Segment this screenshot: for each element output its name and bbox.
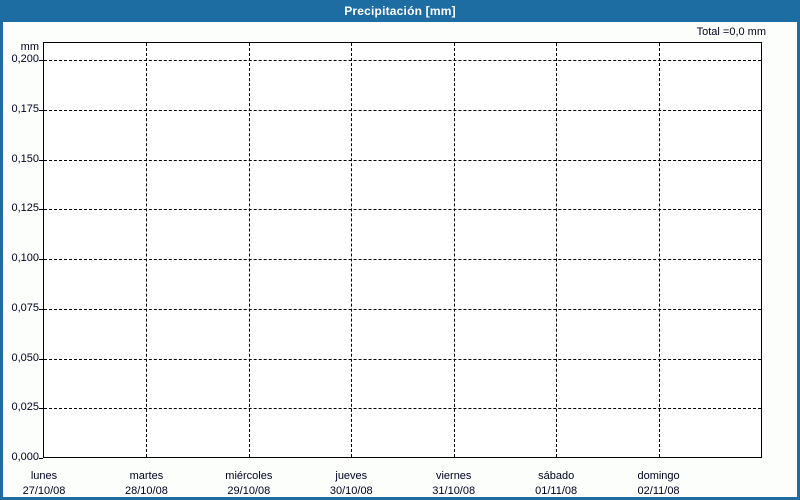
precipitation-chart-window: Precipitación [mm] Total =0,0 mm mm 0,00… [0,0,800,500]
y-tick-mark [39,458,43,459]
x-category-label: miércoles 29/10/08 [197,470,301,497]
day-name-label: miércoles [225,470,273,482]
day-date-label: 31/10/08 [432,485,476,497]
y-tick-label: 0,050 [11,351,39,364]
x-gridline [659,43,660,457]
x-category-label: domingo 02/11/08 [607,470,711,497]
y-tick-label: 0,100 [11,252,39,264]
day-name-label: martes [129,470,164,482]
y-tick-label: 0,075 [11,301,39,314]
y-tick-label: 0,150 [11,152,39,165]
y-gridline [44,209,761,211]
y-tick-label: 0,200 [11,53,39,65]
y-tick-label: 0,000 [11,451,39,463]
day-name-label: lunes [30,470,58,482]
x-gridline [454,43,455,457]
y-tick-mark [39,209,43,211]
x-category-label: martes 28/10/08 [94,470,198,497]
y-gridline [44,60,761,61]
y-axis-unit-label: mm [20,41,39,53]
y-tick-mark [39,358,43,360]
y-tick-mark [39,109,43,111]
x-gridline [351,43,352,457]
total-precipitation-label: Total =0,0 mm [696,26,766,38]
day-date-label: 28/10/08 [125,485,168,497]
x-category-label: jueves 30/10/08 [299,470,403,497]
y-tick-label: 0,025 [11,401,39,414]
day-date-label: 27/10/08 [22,485,66,497]
x-gridline [146,43,147,457]
plot-area [43,42,762,458]
y-tick-label: 0,125 [11,202,39,215]
y-tick-mark [39,159,43,161]
y-tick-mark [39,60,43,61]
chart-canvas: Total =0,0 mm mm 0,000 0,025 0,050 0,075 0,1… [3,22,797,497]
y-gridline [44,109,761,111]
y-tick-mark [39,408,43,410]
y-tick-mark [39,259,43,260]
day-date-label: 01/11/08 [535,485,578,497]
x-category-label: sábado 01/11/08 [504,470,608,497]
day-name-label: viernes [435,470,472,482]
day-name-label: sábado [538,470,575,482]
y-tick-label: 0,175 [11,102,39,115]
chart-title: Precipitación [mm] [344,4,456,18]
x-category-label: viernes 31/10/08 [402,470,506,497]
x-gridline [249,43,250,457]
y-gridline [44,358,761,360]
x-gridline [556,43,557,457]
y-gridline [44,408,761,410]
day-date-label: 29/10/08 [227,485,271,497]
y-gridline [44,308,761,310]
y-gridline [44,159,761,161]
x-category-label: lunes 27/10/08 [3,470,96,497]
y-gridline [44,259,761,260]
day-date-label: 02/11/08 [637,485,680,497]
day-name-label: domingo [637,470,680,482]
day-name-label: jueves [335,470,368,482]
chart-title-bar: Precipitación [mm] [0,0,800,22]
y-tick-mark [39,308,43,310]
day-date-label: 30/10/08 [329,485,373,497]
